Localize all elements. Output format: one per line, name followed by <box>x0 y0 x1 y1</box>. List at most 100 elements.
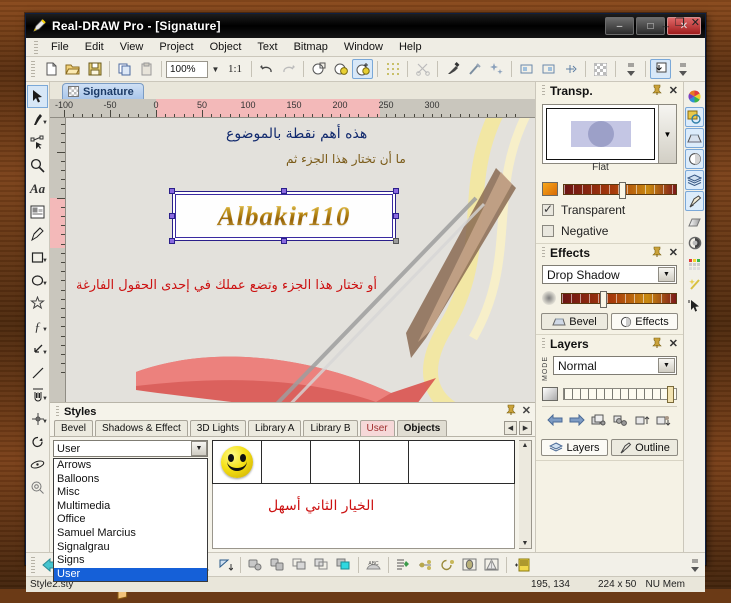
merge-layer-icon[interactable] <box>611 412 629 428</box>
node-edit-tool[interactable] <box>27 131 48 154</box>
perspective-tool[interactable] <box>27 453 48 476</box>
selection-handle-br[interactable] <box>393 238 399 244</box>
dropdown-item-signalgrau[interactable]: Signalgrau <box>54 541 207 555</box>
open-folder-icon[interactable] <box>62 59 83 79</box>
tab-library-a[interactable]: Library A <box>248 420 301 436</box>
magic-wand-icon[interactable] <box>685 275 704 295</box>
brush-tool[interactable]: ▼ <box>27 108 48 131</box>
pen-tool[interactable] <box>27 223 48 246</box>
align-left-icon[interactable] <box>516 59 537 79</box>
style-category-value[interactable]: User <box>53 440 208 457</box>
drawing-page[interactable]: هذه أهم نقطة بالموضوع ما أن تختار هذا ال… <box>66 118 535 402</box>
grid-icon[interactable] <box>382 59 403 79</box>
transparency-close-icon[interactable]: ✕ <box>669 84 678 98</box>
transparency-pin-icon[interactable] <box>652 84 662 98</box>
arrow-shape-tool[interactable]: ▼ <box>27 338 48 361</box>
minimize-button[interactable]: – <box>605 17 634 35</box>
tab-nav-prev[interactable]: ◀ <box>504 421 517 435</box>
menu-file[interactable]: File <box>43 40 77 54</box>
brush-tool-caret[interactable]: ▼ <box>42 120 48 126</box>
scroll-down-arrow[interactable]: ▼ <box>522 539 529 548</box>
rotate-object-icon[interactable] <box>437 555 458 575</box>
new-document-icon[interactable] <box>40 59 61 79</box>
undo-icon[interactable] <box>256 59 277 79</box>
style-cell-2[interactable] <box>311 441 360 483</box>
effects-close-icon[interactable]: ✕ <box>669 246 678 260</box>
object-front-icon[interactable] <box>333 555 354 575</box>
curve-tool[interactable]: ƒ ▼ <box>27 315 48 338</box>
menu-text[interactable]: Text <box>249 40 285 54</box>
curve-tool-caret[interactable]: ▼ <box>42 327 48 333</box>
flip-vertical-icon[interactable] <box>215 555 236 575</box>
mdi-close-button[interactable]: ✕ <box>691 16 700 29</box>
transparency-preview-dropdown-icon[interactable]: ▼ <box>658 105 676 163</box>
layer-opacity-track[interactable] <box>563 388 677 400</box>
dropdown-item-misc[interactable]: Misc <box>54 486 207 500</box>
ellipse-tool[interactable]: ▼ <box>27 269 48 292</box>
magnifier-tool[interactable] <box>27 476 48 499</box>
bottom-toolbar-grip[interactable] <box>31 557 35 573</box>
menu-window[interactable]: Window <box>336 40 391 54</box>
tab-objects[interactable]: Objects <box>397 420 448 436</box>
text-wrap-icon[interactable] <box>560 59 581 79</box>
palette-grid-icon[interactable] <box>685 254 704 274</box>
color-wheel-icon[interactable] <box>685 86 704 106</box>
styles-close-icon[interactable]: ✕ <box>522 404 531 418</box>
dropdown-item-samuel-marcius[interactable]: Samuel Marcius <box>54 527 207 541</box>
styles-pin-icon[interactable] <box>506 404 516 418</box>
outline-icon[interactable] <box>685 191 704 211</box>
move-left-icon[interactable] <box>546 412 564 428</box>
bitmap-tool[interactable] <box>27 200 48 223</box>
save-disk-icon[interactable] <box>84 59 105 79</box>
style-cell-1[interactable] <box>262 441 311 483</box>
tab-shadows-effect[interactable]: Shadows & Effect <box>95 420 188 436</box>
magic-brush-icon[interactable] <box>464 59 485 79</box>
tab-effects-button[interactable]: Effects <box>611 313 678 330</box>
selection-handle-mr[interactable] <box>393 213 399 219</box>
dropdown-item-user[interactable]: User <box>54 568 207 582</box>
rectangle-tool-caret[interactable]: ▼ <box>42 258 48 264</box>
styles-panel-grip[interactable] <box>56 406 59 418</box>
hand-tool[interactable]: ▼ <box>27 384 48 407</box>
selection-handle-bl[interactable] <box>169 238 175 244</box>
mdi-minimize-button[interactable]: _ <box>663 16 669 29</box>
selection-handle-bc[interactable] <box>281 238 287 244</box>
ellipse-tool-caret[interactable]: ▼ <box>42 281 48 287</box>
select-tool[interactable] <box>27 85 48 108</box>
effects-slider-thumb[interactable] <box>600 291 607 308</box>
line-tool[interactable] <box>27 361 48 384</box>
scroll-up-down-icon[interactable] <box>620 59 641 79</box>
menu-edit[interactable]: Edit <box>77 40 112 54</box>
negative-checkbox-row[interactable]: Negative <box>542 224 677 238</box>
rotate-tool[interactable] <box>27 430 48 453</box>
maximize-button[interactable]: □ <box>636 17 665 35</box>
list-properties-icon[interactable] <box>393 555 414 575</box>
layer-mode-dropdown-icon[interactable]: ▼ <box>658 358 675 373</box>
document-tab-signature[interactable]: Signature <box>62 83 144 99</box>
zoom-dropdown-icon[interactable]: ▼ <box>209 61 222 78</box>
selection-handle-tr[interactable] <box>393 188 399 194</box>
tab-outline-button[interactable]: Outline <box>611 439 678 456</box>
scroll-up-arrow[interactable]: ▲ <box>522 441 529 450</box>
mdi-restore-button[interactable]: ❐ <box>675 16 685 29</box>
layers-close-icon[interactable]: ✕ <box>669 337 678 351</box>
effect-type-dropdown-icon[interactable]: ▼ <box>658 267 675 282</box>
tab-user[interactable]: User <box>360 420 395 436</box>
eyedropper-icon[interactable] <box>442 59 463 79</box>
dropdown-item-signs[interactable]: Signs <box>54 554 207 568</box>
bring-front-icon[interactable] <box>650 59 671 79</box>
shape-icon[interactable] <box>459 555 480 575</box>
align-right-icon[interactable] <box>538 59 559 79</box>
dropdown-item-balloons[interactable]: Balloons <box>54 473 207 487</box>
hand-tool-caret[interactable]: ▼ <box>42 396 48 402</box>
menu-grip[interactable] <box>34 41 38 54</box>
break-icon[interactable] <box>311 555 332 575</box>
sparkle-icon[interactable] <box>486 59 507 79</box>
transparency-slider-track[interactable] <box>563 184 677 195</box>
layer-opacity-swatch[interactable] <box>542 387 558 401</box>
dropdown-item-multimedia[interactable]: Multimedia <box>54 500 207 514</box>
effects-panel-grip[interactable] <box>542 247 545 259</box>
menu-project[interactable]: Project <box>151 40 201 54</box>
menu-bitmap[interactable]: Bitmap <box>286 40 336 54</box>
paste-icon[interactable] <box>136 59 157 79</box>
